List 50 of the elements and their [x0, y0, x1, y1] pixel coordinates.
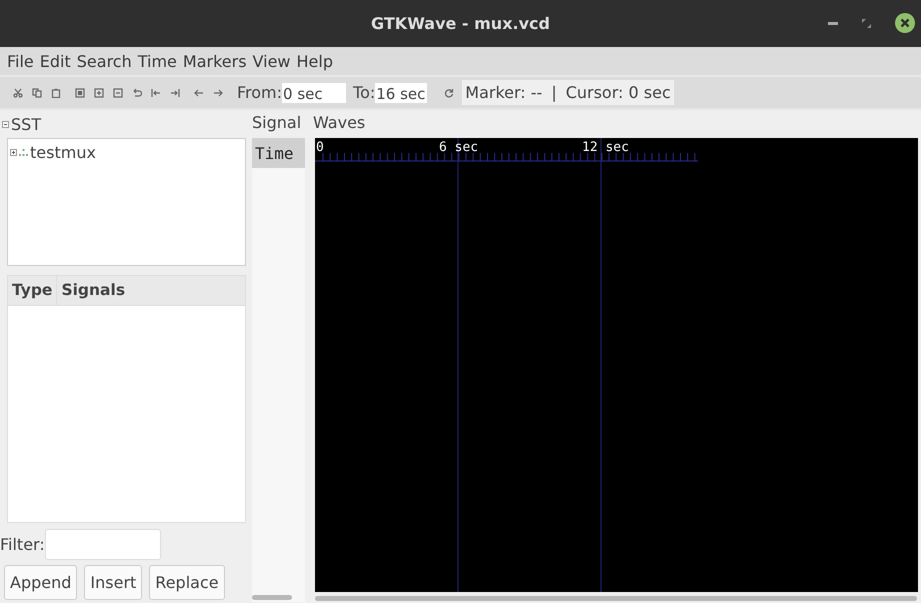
time-label: 12 sec: [582, 140, 629, 155]
zoom-in-icon[interactable]: [94, 88, 104, 98]
left-arrow-icon[interactable]: [194, 88, 204, 98]
from-field[interactable]: 0 sec: [282, 82, 346, 102]
filter-field[interactable]: [44, 528, 161, 560]
maximize-icon[interactable]: [862, 18, 871, 28]
jump-start-icon[interactable]: [151, 88, 161, 98]
waves-header: Waves: [313, 112, 366, 134]
menu-item[interactable]: Search: [74, 52, 135, 70]
copy-icon[interactable]: [32, 88, 42, 98]
signal-row[interactable]: Time: [252, 138, 305, 168]
undo-icon[interactable]: [132, 88, 142, 98]
signal-header: Signal: [252, 110, 305, 138]
column-header[interactable]: Type: [8, 276, 58, 305]
from-label: From:: [237, 83, 282, 102]
close-icon[interactable]: [895, 13, 915, 33]
separator-text: |: [551, 83, 557, 102]
expander-icon[interactable]: [2, 120, 9, 128]
jump-end-icon[interactable]: [170, 88, 180, 98]
window-title: GTKWave - mux.vcd: [371, 14, 550, 33]
paste-icon[interactable]: [51, 88, 61, 98]
menu-item[interactable]: Markers: [180, 52, 250, 70]
reload-icon[interactable]: [444, 88, 454, 98]
action-button[interactable]: Append: [4, 565, 78, 600]
action-button[interactable]: Insert: [84, 565, 142, 600]
scrollbar[interactable]: [252, 595, 292, 600]
menu-item[interactable]: File: [4, 52, 37, 70]
tree-item[interactable]: testmux: [30, 143, 96, 162]
sst-title: SST: [11, 114, 42, 134]
time-label: 6 sec: [439, 140, 478, 155]
menu-item[interactable]: Help: [294, 52, 336, 70]
cursor-text: Cursor: 0 sec: [566, 83, 671, 102]
hierarchy-icon: [19, 148, 28, 156]
menu-item[interactable]: Edit: [36, 52, 74, 70]
expander-icon[interactable]: [10, 149, 17, 156]
cut-icon[interactable]: [13, 88, 23, 98]
to-field[interactable]: 16 sec: [375, 82, 428, 102]
marker-text: Marker: --: [465, 83, 542, 102]
menu-item[interactable]: Time: [134, 52, 180, 70]
zoom-fit-icon[interactable]: [75, 88, 85, 98]
menu-item[interactable]: View: [250, 52, 294, 70]
minimize-icon[interactable]: [828, 22, 838, 24]
scrollbar[interactable]: [315, 596, 917, 601]
to-label: To:: [353, 83, 376, 102]
column-header[interactable]: Signals: [57, 276, 130, 305]
zoom-out-icon[interactable]: [113, 88, 123, 98]
filter-label: Filter:: [0, 534, 45, 554]
right-arrow-icon[interactable]: [213, 88, 223, 98]
time-label: 0: [316, 140, 324, 155]
action-button[interactable]: Replace: [149, 565, 225, 600]
